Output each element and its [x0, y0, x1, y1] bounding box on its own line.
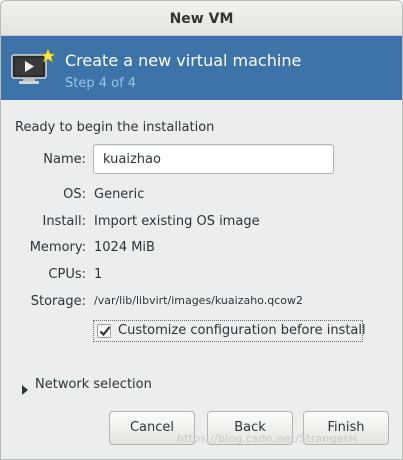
name-label: Name: — [43, 152, 86, 167]
memory-value: 1024 MiB — [94, 240, 155, 255]
banner-title: Create a new virtual machine — [65, 51, 302, 70]
watermark: https://blog.csdn.net/StrangerH — [177, 432, 357, 445]
install-value: Import existing OS image — [94, 214, 260, 229]
os-value: Generic — [94, 187, 145, 202]
cpus-label: CPUs: — [48, 267, 86, 282]
install-label: Install: — [42, 214, 86, 229]
banner-step: Step 4 of 4 — [65, 76, 137, 91]
new-vm-window: New VM Create a new virtual machine Step… — [0, 0, 403, 460]
summary-heading: Ready to begin the installation — [15, 120, 215, 135]
expander-arrow-icon — [21, 380, 29, 399]
customize-checkbox-row[interactable]: Customize configuration before install — [93, 320, 366, 342]
wizard-banner: Create a new virtual machine Step 4 of 4 — [1, 36, 402, 100]
os-label: OS: — [63, 187, 86, 202]
customize-label: Customize configuration before install — [118, 323, 366, 338]
checkmark-icon — [99, 326, 111, 337]
storage-label: Storage: — [30, 294, 86, 309]
memory-label: Memory: — [29, 240, 86, 255]
cpus-value: 1 — [94, 267, 103, 282]
vm-monitor-icon — [10, 47, 56, 87]
network-selection-label: Network selection — [35, 377, 152, 392]
window-title: New VM — [1, 1, 402, 36]
storage-value: /var/lib/libvirt/images/kuaizaho.qcow2 — [94, 294, 303, 307]
summary-panel: Ready to begin the installation Name: OS… — [1, 100, 402, 459]
name-input[interactable] — [93, 144, 334, 174]
customize-checkbox[interactable] — [97, 324, 111, 338]
